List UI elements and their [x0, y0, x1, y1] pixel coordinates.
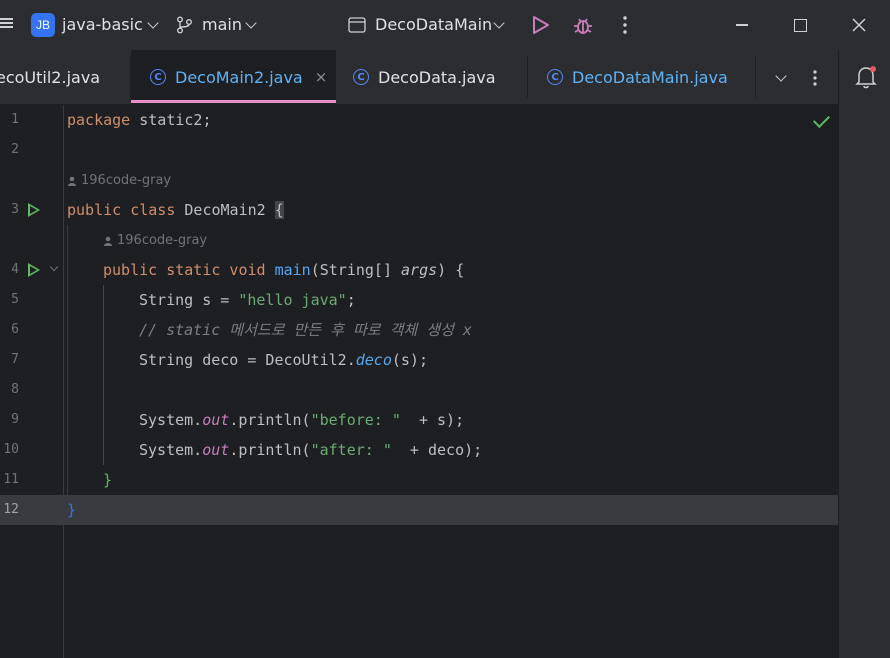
project-badge[interactable]: JB [31, 13, 55, 37]
type-name: String [139, 291, 194, 309]
code-text: static2; [130, 111, 212, 129]
line-number: 5 [11, 292, 19, 307]
keyword: public static void [103, 261, 266, 279]
method-call: .println( [229, 441, 311, 459]
line-number: 3 [11, 202, 19, 217]
chevron-down-icon[interactable] [147, 17, 159, 29]
tab-label: DecoMain2.java [175, 67, 303, 87]
tab-decodata[interactable]: C DecoData.java [337, 50, 527, 104]
keyword: public class [67, 201, 176, 219]
tab-label: DecoData.java [378, 67, 496, 87]
right-tool-panel [838, 50, 890, 658]
code-text: deco = DecoUtil2. [193, 351, 356, 369]
class-icon: C [150, 69, 166, 85]
hamburger-menu-icon[interactable] [0, 16, 14, 30]
person-icon [68, 176, 76, 186]
code-line-11: } [103, 471, 113, 489]
minimize-icon[interactable] [718, 0, 766, 50]
chevron-down-icon[interactable] [493, 17, 505, 29]
author-hint[interactable]: 196code-gray [103, 226, 207, 256]
code-line-4: public static void main(String[] args) { [103, 255, 464, 285]
maximize-icon[interactable] [776, 0, 824, 50]
line-number: 12 [3, 502, 19, 517]
title-bar: JB java-basic main DecoDataMain [0, 0, 890, 50]
code-text: ) { [437, 261, 465, 279]
string-literal: "after: " [310, 441, 392, 459]
static-field: out [202, 411, 230, 429]
code-text: + deco); [391, 441, 483, 459]
project-name[interactable]: java-basic [62, 15, 143, 34]
gutter-separator [63, 105, 64, 658]
keyword: package [67, 111, 131, 129]
chevron-down-icon[interactable] [245, 17, 257, 29]
author-name: 196code-gray [117, 233, 208, 248]
class-icon: C [353, 69, 369, 85]
code-text: ; [346, 291, 356, 309]
tab-label: DecoDataMain.java [572, 67, 728, 87]
tab-decoutil2[interactable]: ecoUtil2.java [0, 50, 126, 104]
person-icon [104, 236, 112, 246]
class-ref: System. [139, 411, 203, 429]
method-call: .println( [229, 411, 311, 429]
author-hint[interactable]: 196code-gray [67, 166, 171, 196]
static-field: out [202, 441, 230, 459]
tab-label: ecoUtil2.java [0, 67, 101, 87]
brace: { [274, 201, 284, 219]
code-line-12: } [67, 501, 77, 519]
code-line-3: public class DecoMain2 { [67, 195, 284, 225]
code-line-6: // static 메서드로 만든 후 따로 객체 생성 x [139, 321, 472, 339]
close-window-icon[interactable] [835, 0, 883, 50]
editor-tabs: ecoUtil2.java C DecoMain2.java × C DecoD… [0, 50, 838, 105]
code-line-5: String s = "hello java"; [139, 285, 356, 315]
code-line-10: System.out.println("after: " + deco); [139, 435, 482, 465]
line-number: 6 [11, 322, 19, 337]
code-text: (String[] [310, 261, 402, 279]
branch-name[interactable]: main [202, 15, 242, 34]
class-ref: System. [139, 441, 203, 459]
branch-icon[interactable] [176, 16, 194, 34]
string-literal: "hello java" [238, 291, 347, 309]
code-line-1: package static2; [67, 105, 212, 135]
tabs-more-icon[interactable] [812, 69, 818, 87]
close-tab-icon[interactable]: × [315, 68, 328, 86]
string-literal: "before: " [310, 411, 401, 429]
line-number: 1 [11, 112, 19, 127]
line-number: 8 [11, 382, 19, 397]
run-class-icon[interactable] [28, 203, 40, 217]
tabs-dropdown-icon[interactable] [775, 70, 787, 82]
line-number: 11 [3, 472, 19, 487]
code-line-7: String deco = DecoUtil2.deco(s); [139, 345, 428, 375]
author-name: 196code-gray [81, 173, 172, 188]
current-line-highlight [0, 495, 838, 525]
code-text: + s); [400, 411, 465, 429]
param-name: args [401, 261, 438, 279]
line-number: 4 [11, 262, 19, 277]
line-number: 10 [3, 442, 19, 457]
active-tab-indicator [131, 100, 336, 103]
class-name: DecoMain2 [175, 201, 275, 219]
run-config-name[interactable]: DecoDataMain [375, 15, 492, 34]
debug-icon[interactable] [572, 14, 594, 36]
code-line-9: System.out.println("before: " + s); [139, 405, 464, 435]
run-main-icon[interactable] [28, 263, 40, 277]
tab-decomain2[interactable]: C DecoMain2.java × [131, 50, 336, 104]
type-name: String [139, 351, 194, 369]
method-name: main [265, 261, 311, 279]
code-text: s = [193, 291, 239, 309]
class-icon: C [547, 69, 563, 85]
run-config-icon[interactable] [348, 17, 366, 33]
line-number: 2 [11, 142, 19, 157]
indent-guide [103, 285, 104, 465]
tab-decodatamain[interactable]: C DecoDataMain.java [528, 50, 755, 104]
notifications-bell-icon[interactable] [854, 64, 878, 90]
line-number: 7 [11, 352, 19, 367]
line-number: 9 [11, 412, 19, 427]
code-text: (s); [391, 351, 428, 369]
more-vertical-icon[interactable] [622, 15, 628, 35]
indent-guide [67, 225, 68, 495]
static-method: deco [355, 351, 392, 369]
run-icon[interactable] [532, 15, 550, 35]
